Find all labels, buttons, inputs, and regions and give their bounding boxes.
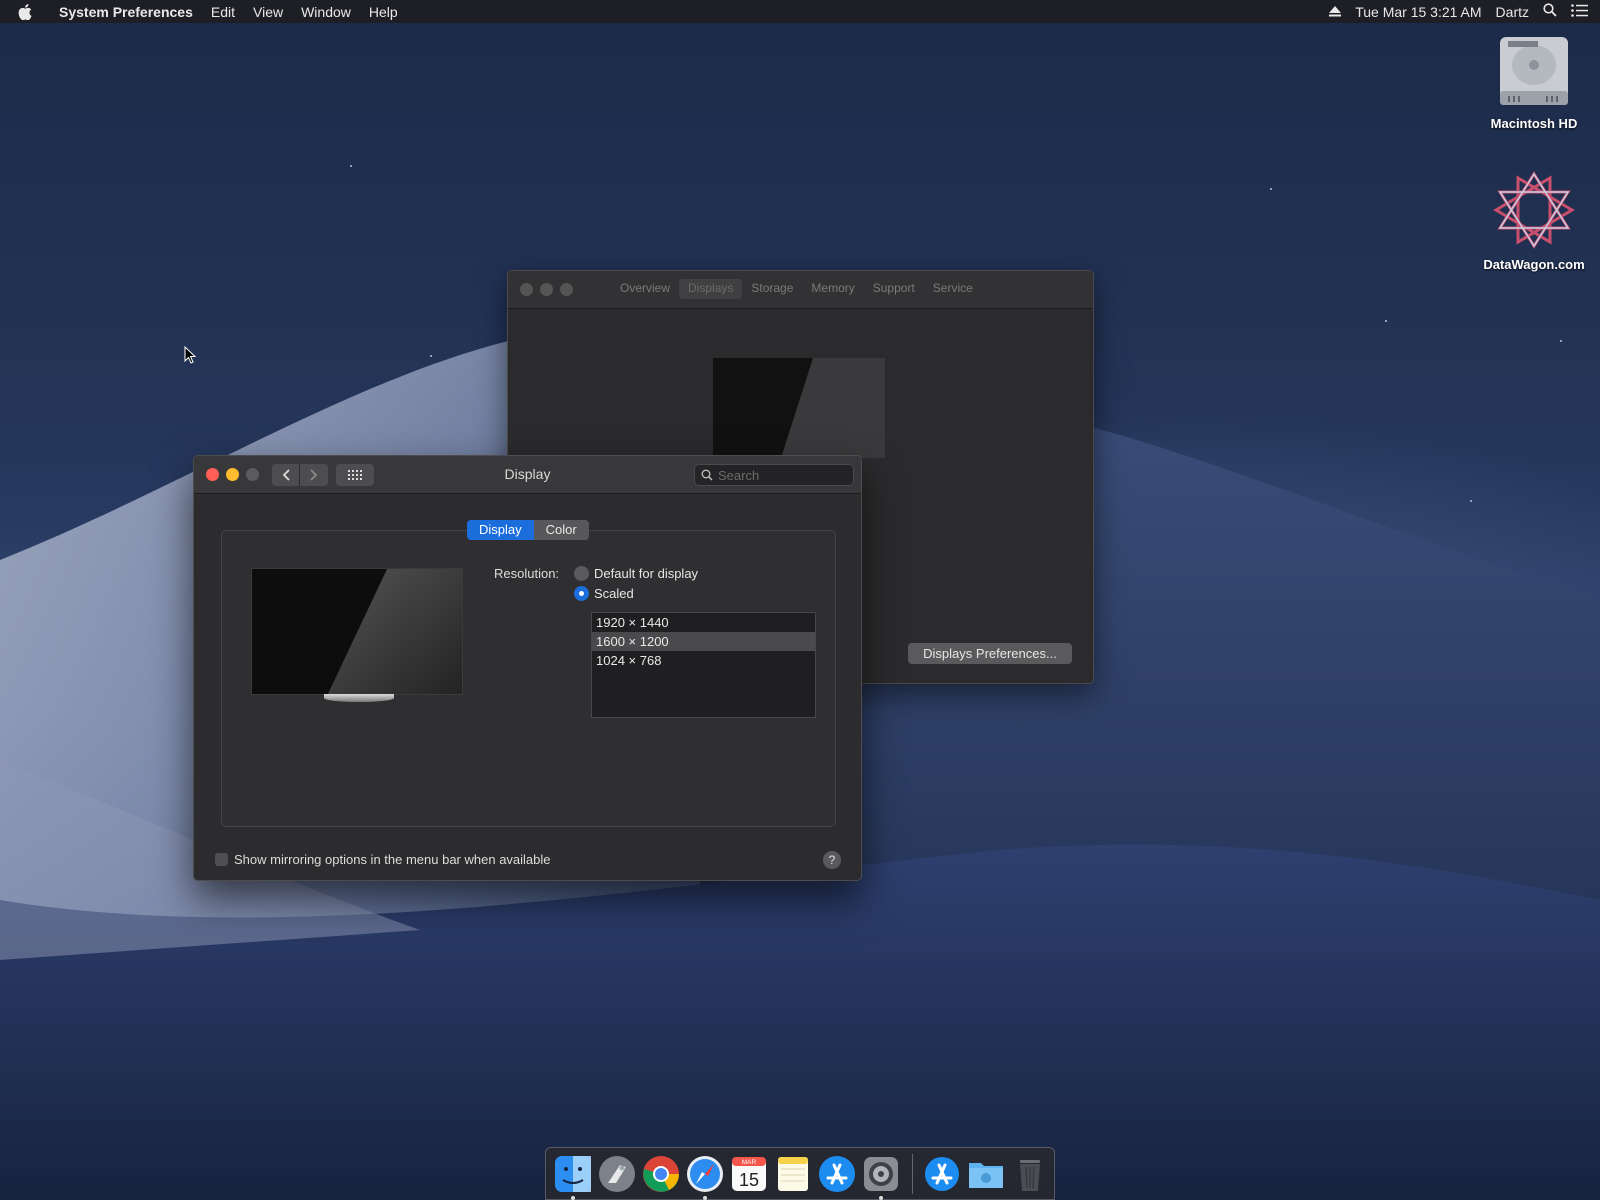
dock: MAR 15 bbox=[545, 1147, 1055, 1200]
calendar-month: MAR bbox=[742, 1159, 757, 1166]
display-color-segmented-control: Display Color bbox=[467, 520, 589, 540]
app-store-icon bbox=[819, 1155, 855, 1192]
radio-button[interactable] bbox=[574, 586, 589, 601]
star bbox=[430, 355, 432, 357]
star bbox=[350, 165, 352, 167]
desktop-icon-macintosh-hd[interactable]: Macintosh HD bbox=[1474, 33, 1594, 131]
notification-center-icon[interactable] bbox=[1571, 3, 1588, 20]
downloads-folder-icon bbox=[969, 1162, 1003, 1188]
dock-item-safari[interactable] bbox=[684, 1153, 726, 1200]
tab-displays[interactable]: Displays bbox=[679, 279, 743, 299]
close-button[interactable] bbox=[520, 283, 533, 296]
tab-storage[interactable]: Storage bbox=[742, 279, 802, 299]
app-menu[interactable]: System Preferences bbox=[50, 4, 202, 20]
menu-bar: System Preferences Edit View Window Help… bbox=[0, 0, 1600, 23]
display-image bbox=[713, 358, 885, 458]
launchpad-icon bbox=[599, 1155, 635, 1192]
eject-icon[interactable] bbox=[1329, 4, 1342, 20]
finder-icon bbox=[555, 1155, 591, 1192]
running-indicator bbox=[879, 1195, 883, 1200]
radio-label: Default for display bbox=[594, 566, 699, 581]
resolution-option[interactable]: 1024 × 768 bbox=[592, 651, 815, 670]
radio-button[interactable] bbox=[574, 566, 589, 581]
calendar-icon: MAR 15 bbox=[732, 1156, 766, 1191]
window-controls bbox=[520, 283, 580, 296]
help-button[interactable]: ? bbox=[823, 851, 841, 869]
tab-memory[interactable]: Memory bbox=[802, 279, 863, 299]
star bbox=[1470, 500, 1472, 502]
resolution-option-selected[interactable]: 1600 × 1200 bbox=[592, 632, 815, 651]
dock-separator bbox=[912, 1153, 913, 1194]
datawagon-logo-icon bbox=[1493, 171, 1575, 249]
radio-label: Scaled bbox=[594, 586, 634, 601]
notes-icon bbox=[778, 1156, 808, 1191]
displays-preferences-button[interactable]: Displays Preferences... bbox=[908, 643, 1072, 664]
radio-default-for-display[interactable]: Default for display bbox=[574, 566, 698, 581]
display-preferences-window: Display Display Color Resolution: Defaul… bbox=[193, 455, 862, 881]
radio-scaled[interactable]: Scaled bbox=[574, 586, 634, 601]
dock-item-calendar[interactable]: MAR 15 bbox=[728, 1153, 770, 1195]
user-menu[interactable]: Dartz bbox=[1496, 4, 1529, 20]
dock-item-notes[interactable] bbox=[772, 1153, 814, 1195]
dock-item-system-preferences[interactable] bbox=[860, 1153, 902, 1200]
resolution-option[interactable]: 1920 × 1440 bbox=[592, 613, 815, 632]
resolution-list: 1920 × 1440 1600 × 1200 1024 × 768 bbox=[591, 612, 816, 718]
safari-icon bbox=[687, 1155, 723, 1192]
spotlight-search-icon[interactable] bbox=[1543, 3, 1557, 20]
dock-item-finder[interactable] bbox=[552, 1153, 594, 1200]
chrome-icon bbox=[643, 1155, 679, 1192]
star bbox=[1270, 188, 1272, 190]
dock-item-chrome[interactable] bbox=[640, 1153, 682, 1195]
apple-menu-icon[interactable] bbox=[0, 3, 50, 20]
tab-service[interactable]: Service bbox=[924, 279, 982, 299]
search-field[interactable] bbox=[694, 464, 854, 486]
running-indicator bbox=[571, 1195, 575, 1200]
dock-item-trash[interactable] bbox=[1009, 1153, 1051, 1195]
display-stand bbox=[324, 694, 394, 702]
system-preferences-icon bbox=[864, 1156, 898, 1191]
tab-color[interactable]: Color bbox=[533, 520, 589, 540]
minimize-button[interactable] bbox=[540, 283, 553, 296]
running-indicator bbox=[703, 1195, 707, 1200]
mirroring-option[interactable]: Show mirroring options in the menu bar w… bbox=[215, 852, 551, 867]
tab-bar: Overview Displays Storage Memory Support… bbox=[611, 279, 982, 299]
desktop-icon-datawagon[interactable]: DataWagon.com bbox=[1474, 170, 1594, 272]
zoom-button[interactable] bbox=[560, 283, 573, 296]
tab-overview[interactable]: Overview bbox=[611, 279, 679, 299]
resolution-label: Resolution: bbox=[494, 566, 560, 581]
menu-view[interactable]: View bbox=[244, 4, 292, 20]
trash-icon bbox=[1020, 1159, 1040, 1191]
app-store-folder-icon bbox=[925, 1156, 959, 1191]
dock-item-app-store[interactable] bbox=[816, 1153, 858, 1195]
tab-support[interactable]: Support bbox=[864, 279, 924, 299]
mirroring-label: Show mirroring options in the menu bar w… bbox=[234, 852, 551, 867]
star bbox=[1560, 340, 1562, 342]
search-icon bbox=[701, 469, 713, 481]
mouse-cursor-icon bbox=[184, 346, 196, 364]
star bbox=[1385, 320, 1387, 322]
display-preview-image bbox=[251, 568, 463, 695]
dock-item-app-store-folder[interactable] bbox=[921, 1153, 963, 1195]
menu-edit[interactable]: Edit bbox=[202, 4, 244, 20]
dock-item-downloads-folder[interactable] bbox=[965, 1153, 1007, 1195]
desktop-icon-label: Macintosh HD bbox=[1490, 116, 1578, 131]
search-input[interactable] bbox=[718, 467, 838, 483]
menu-help[interactable]: Help bbox=[360, 4, 407, 20]
menu-window[interactable]: Window bbox=[292, 4, 360, 20]
window-titlebar: Display bbox=[194, 456, 861, 494]
mirroring-checkbox[interactable] bbox=[215, 853, 228, 866]
dock-item-launchpad[interactable] bbox=[596, 1153, 638, 1195]
tab-display[interactable]: Display bbox=[467, 520, 534, 540]
desktop-icon-label: DataWagon.com bbox=[1483, 257, 1585, 272]
window-titlebar: Overview Displays Storage Memory Support… bbox=[508, 271, 1093, 309]
calendar-day: 15 bbox=[739, 1170, 759, 1190]
clock[interactable]: Tue Mar 15 3:21 AM bbox=[1355, 4, 1481, 20]
hard-drive-icon bbox=[1500, 37, 1568, 105]
